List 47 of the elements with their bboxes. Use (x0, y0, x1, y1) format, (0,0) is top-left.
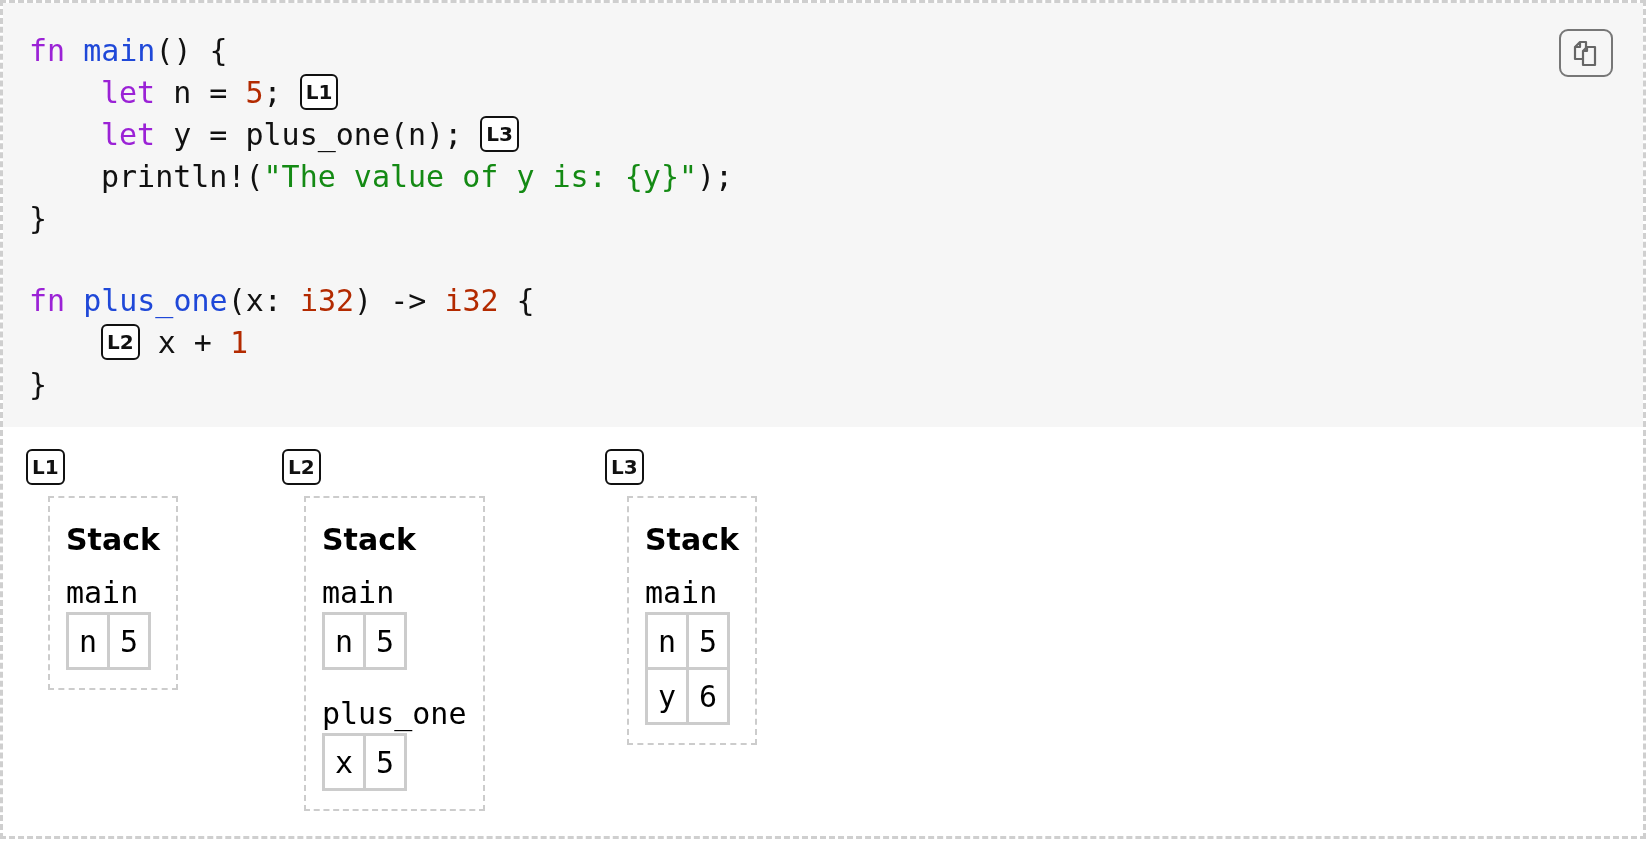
frame-name: main (66, 575, 140, 610)
number-literal: 1 (230, 324, 249, 360)
variable-name: n (656, 622, 678, 661)
code-text: { (515, 282, 535, 318)
step-marker: L2 (282, 449, 321, 485)
variable-value: 5 (363, 736, 404, 788)
copy-button[interactable] (1559, 29, 1613, 77)
string-literal: "The value of y is: {y}" (263, 158, 698, 194)
step-marker: L3 (605, 449, 644, 485)
step-marker: L1 (299, 74, 339, 110)
function-name: main (83, 32, 156, 68)
step-marker: L1 (26, 449, 65, 485)
function-name: plus_one (83, 282, 228, 318)
variable-value: 5 (686, 615, 727, 667)
step-marker: L3 (480, 116, 519, 152)
variable-name: n (77, 622, 99, 661)
code-text: } (29, 366, 48, 402)
keyword: fn (29, 32, 66, 68)
step-marker: L2 (101, 324, 140, 360)
code-text: ) -> (354, 282, 428, 318)
number-literal: i32 (444, 282, 499, 318)
variable-name: y (656, 677, 678, 716)
keyword: let (101, 116, 156, 152)
variable-value: 6 (686, 670, 727, 722)
frame-name: plus_one (322, 696, 467, 731)
code-text: println!( (101, 158, 264, 194)
code-text: n = (172, 74, 229, 110)
code-text: ); (697, 158, 734, 194)
code-text: ; (263, 74, 283, 110)
code-text: () { (155, 32, 228, 68)
code-text: (x: (227, 282, 283, 318)
stack-title: Stack (322, 522, 417, 557)
keyword: let (101, 74, 156, 110)
keyword: fn (29, 282, 66, 318)
variable-value: 5 (363, 615, 404, 667)
variable-name: n (333, 622, 355, 661)
stack-title: Stack (645, 522, 739, 557)
stack-title: Stack (66, 522, 160, 557)
frame-name: main (645, 575, 719, 610)
code-text: } (29, 200, 48, 236)
code-text: y = plus_one(n); (172, 116, 464, 152)
frame-name: main (322, 575, 396, 610)
variable-name: x (333, 743, 355, 782)
code-text: x + (156, 324, 213, 360)
number-literal: i32 (299, 282, 355, 318)
number-literal: 5 (245, 74, 264, 110)
variable-value: 5 (107, 615, 148, 667)
